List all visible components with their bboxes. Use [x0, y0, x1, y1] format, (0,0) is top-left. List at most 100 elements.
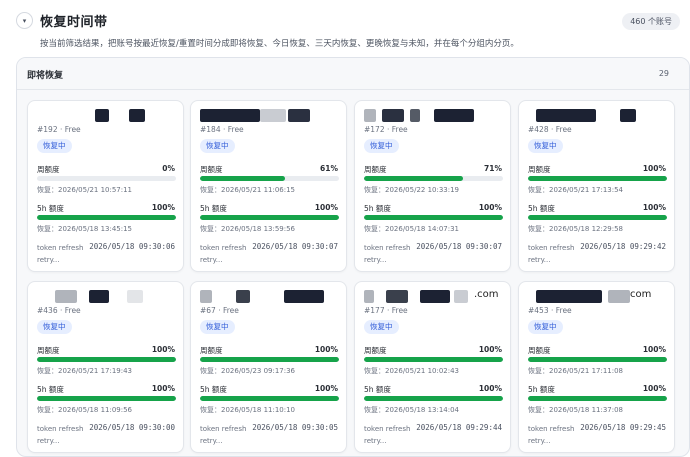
weekly-quota-percent: 100%	[314, 345, 338, 354]
collapse-toggle-button[interactable]: ▾	[16, 12, 33, 29]
token-refresh-time: 2026/05/18 09:30:07	[416, 242, 502, 251]
five-hour-reset-time: 恢复：2026/05/18 13:14:04	[364, 406, 460, 414]
token-refresh-time: 2026/05/18 09:30:05	[252, 423, 338, 432]
five-hour-quota-bar-fill	[528, 215, 667, 220]
token-refresh-label: token refresh	[37, 425, 84, 433]
account-card[interactable]: #172 · Free 恢复中 周额度 71% 恢复：2026/05/22 10:33:…	[354, 100, 511, 272]
status-badge: 恢复中	[37, 320, 72, 334]
token-refresh-label: token refresh	[200, 425, 247, 433]
account-card[interactable]: #67 · Free 恢复中 周额度 100% 恢复：2026/05/23 09:17:…	[190, 281, 347, 453]
account-card[interactable]: #428 · Free 恢复中 周额度 100% 恢复：2026/05/21 17:13…	[518, 100, 675, 272]
token-refresh-time: 2026/05/18 09:30:00	[89, 423, 175, 432]
five-hour-quota-label: 5h 额度	[37, 385, 64, 394]
retry-label: retry...	[200, 256, 223, 264]
weekly-quota-bar-fill	[364, 357, 503, 362]
group-title: 即将恢复	[27, 71, 64, 81]
token-refresh-time: 2026/05/18 09:30:06	[89, 242, 175, 251]
recovery-time-panel: ▾ 恢复时间带 460 个账号 按当前筛选结果，把账号按最近恢复/重置时间分成即…	[0, 0, 690, 457]
five-hour-reset-time: 恢复：2026/05/18 13:45:15	[37, 225, 133, 233]
weekly-quota-label: 周额度	[364, 165, 387, 174]
account-meta: #177 · Free	[364, 306, 408, 315]
weekly-quota-bar	[200, 176, 339, 181]
weekly-quota-label: 周额度	[37, 165, 60, 174]
group-header[interactable]: 即将恢复 29	[17, 58, 689, 90]
weekly-quota-percent: 61%	[320, 164, 338, 173]
five-hour-quota-bar	[528, 215, 667, 220]
redaction-block	[95, 109, 109, 122]
account-meta: #436 · Free	[37, 306, 81, 315]
status-badge: 恢复中	[37, 139, 72, 153]
redaction-block	[536, 109, 596, 122]
account-email-redacted	[200, 288, 340, 304]
account-card[interactable]: #436 · Free 恢复中周额度 100% 恢复：2026/05/21 17:19…	[27, 281, 184, 453]
weekly-quota-percent: 100%	[151, 345, 175, 354]
five-hour-quota-bar-fill	[528, 396, 667, 401]
five-hour-quota-percent: 100%	[151, 384, 175, 393]
account-email-redacted	[200, 107, 340, 123]
token-refresh-status: token refresh retry...	[528, 242, 574, 266]
weekly-reset-time: 恢复：2026/05/21 10:02:43	[364, 367, 460, 375]
weekly-quota-bar	[200, 357, 339, 362]
five-hour-reset-time: 恢复：2026/05/18 12:29:58	[528, 225, 624, 233]
five-hour-quota-percent: 100%	[642, 203, 666, 212]
account-email-redacted: .com	[364, 288, 504, 304]
weekly-quota-label: 周额度	[528, 346, 551, 355]
panel-description: 按当前筛选结果，把账号按最近恢复/重置时间分成即将恢复、今日恢复、三天内恢复、更…	[40, 39, 519, 49]
panel-header: ▾ 恢复时间带 460 个账号	[16, 10, 680, 34]
chevron-down-icon: ▾	[22, 16, 27, 25]
five-hour-quota-bar	[364, 215, 503, 220]
five-hour-quota-bar-fill	[364, 215, 503, 220]
account-card[interactable]: #192 · Free 恢复中 周额度 0% 恢复：2026/05/21 10:57:1…	[27, 100, 184, 272]
token-refresh-status: token refresh retry...	[364, 242, 410, 266]
weekly-quota-label: 周额度	[37, 346, 60, 355]
redaction-block	[127, 290, 143, 303]
group-count: 29	[658, 69, 669, 78]
token-refresh-label: token refresh	[528, 244, 575, 252]
weekly-quota-label: 周额度	[200, 346, 223, 355]
token-refresh-status: token refresh retry...	[37, 423, 83, 447]
account-card[interactable]: #184 · Free 恢复中 周额度 61% 恢复：2026/05/21 11:06:…	[190, 100, 347, 272]
weekly-reset-time: 恢复：2026/05/21 17:19:43	[37, 367, 133, 375]
five-hour-quota-percent: 100%	[314, 203, 338, 212]
weekly-reset-time: 恢复：2026/05/21 10:57:11	[37, 186, 133, 194]
account-meta: #67 · Free	[200, 306, 239, 315]
account-email-redacted	[528, 107, 668, 123]
token-refresh-label: token refresh	[528, 425, 575, 433]
redaction-block	[236, 290, 250, 303]
status-badge: 恢复中	[200, 320, 235, 334]
account-meta: #192 · Free	[37, 125, 81, 134]
redaction-block	[288, 109, 310, 122]
status-badge: 恢复中	[200, 139, 235, 153]
weekly-quota-percent: 100%	[478, 345, 502, 354]
redaction-block	[129, 109, 145, 122]
token-refresh-label: token refresh	[364, 244, 411, 252]
account-card[interactable]: .com #177 · Free 恢复中 周额度 100% 恢复：2026/05/21 1…	[354, 281, 511, 453]
account-card[interactable]: com #453 · Free 恢复中 周额度 100% 恢复：2026/05/21 17…	[518, 281, 675, 453]
panel-title: 恢复时间带	[40, 15, 108, 30]
weekly-reset-time: 恢复：2026/05/21 11:06:15	[200, 186, 296, 194]
five-hour-quota-bar	[364, 396, 503, 401]
group-upcoming-recovery: 即将恢复 29 #192 · Free 恢复中 周额度 0% 恢复：2026/05/21…	[16, 57, 690, 457]
token-refresh-status: token refresh retry...	[200, 242, 246, 266]
status-badge: 恢复中	[364, 320, 399, 334]
redaction-block	[608, 290, 630, 303]
weekly-reset-time: 恢复：2026/05/22 10:33:19	[364, 186, 460, 194]
token-refresh-time: 2026/05/18 09:29:45	[580, 423, 666, 432]
account-count-badge: 460 个账号	[622, 13, 680, 30]
account-email-redacted	[37, 107, 177, 123]
redaction-block	[620, 109, 636, 122]
redaction-block	[454, 290, 468, 303]
account-meta: #453 · Free	[528, 306, 572, 315]
five-hour-quota-bar-fill	[200, 215, 339, 220]
account-email-suffix: .com	[474, 289, 499, 300]
weekly-quota-bar	[364, 357, 503, 362]
weekly-quota-bar-fill	[37, 357, 176, 362]
token-refresh-status: token refresh retry...	[200, 423, 246, 447]
account-email-suffix: com	[630, 289, 652, 300]
five-hour-reset-time: 恢复：2026/05/18 13:59:56	[200, 225, 296, 233]
five-hour-quota-label: 5h 额度	[37, 204, 64, 213]
token-refresh-status: token refresh retry...	[364, 423, 410, 447]
five-hour-quota-label: 5h 额度	[200, 385, 227, 394]
weekly-quota-percent: 100%	[642, 345, 666, 354]
retry-label: retry...	[528, 256, 551, 264]
